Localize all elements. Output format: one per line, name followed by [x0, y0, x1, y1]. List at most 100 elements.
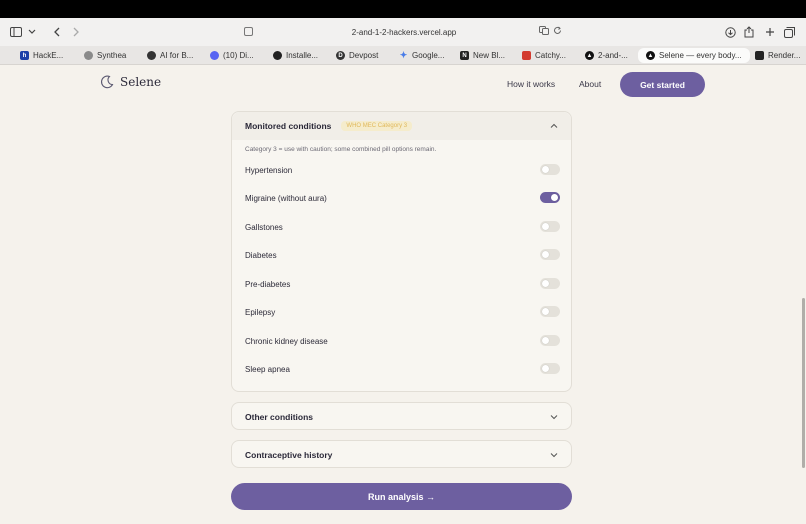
tab-devpost[interactable]: D Devpost: [336, 48, 378, 63]
pre-diabetes-toggle[interactable]: [540, 278, 560, 289]
brand-name: Selene: [120, 75, 162, 89]
forward-icon[interactable]: [71, 24, 81, 40]
chevron-down-icon[interactable]: [550, 451, 558, 459]
tab-overview-icon[interactable]: [783, 24, 795, 40]
synthea-icon: [84, 51, 93, 60]
translate-icon[interactable]: [539, 26, 549, 37]
openai-icon: [147, 51, 156, 60]
address-bar[interactable]: 2-and-1-2-hackers.vercel.app: [240, 22, 568, 42]
condition-row: Sleep apnea: [245, 362, 560, 376]
condition-row: Diabetes: [245, 248, 560, 262]
toggle-knob: [551, 194, 558, 201]
condition-row: Gallstones: [245, 220, 560, 234]
vercel-icon: ▲: [646, 51, 655, 60]
gallstones-toggle[interactable]: [540, 221, 560, 232]
monitored-conditions-header[interactable]: Monitored conditions WHO MEC Category 3: [232, 112, 571, 140]
category-note: Category 3 = use with caution; some comb…: [245, 146, 437, 153]
tab-label: Google...: [412, 51, 445, 60]
render-icon: [755, 51, 764, 60]
diabetes-toggle[interactable]: [540, 249, 560, 260]
tab-label: HackE...: [33, 51, 64, 60]
url-text: 2-and-1-2-hackers.vercel.app: [351, 27, 457, 37]
notion-icon: N: [460, 51, 469, 60]
tab-label: Synthea: [97, 51, 127, 60]
reload-icon[interactable]: [553, 26, 562, 37]
other-conditions-section[interactable]: Other conditions: [231, 402, 572, 430]
browser-toolbar: 2-and-1-2-hackers.vercel.app: [0, 18, 806, 46]
scrollbar-thumb[interactable]: [802, 298, 805, 468]
toggle-knob: [542, 280, 549, 287]
tab-github[interactable]: Installe...: [273, 48, 318, 63]
epilepsy-toggle[interactable]: [540, 306, 560, 317]
chronic-kidney-disease-toggle[interactable]: [540, 335, 560, 346]
condition-label: Diabetes: [245, 250, 277, 260]
condition-label: Epilepsy: [245, 307, 276, 317]
contraceptive-history-header[interactable]: Contraceptive history: [232, 441, 571, 469]
tab-label: 2-and-...: [598, 51, 628, 60]
new-tab-icon[interactable]: [764, 24, 776, 40]
other-conditions-header[interactable]: Other conditions: [232, 403, 571, 431]
tab-hackerearth[interactable]: h HackE...: [20, 48, 63, 63]
condition-label: Pre-diabetes: [245, 279, 291, 289]
tab-label: Render...: [768, 51, 801, 60]
contraceptive-history-section[interactable]: Contraceptive history: [231, 440, 572, 468]
run-analysis-button[interactable]: Run analysis →: [231, 483, 572, 510]
section-title: Monitored conditions: [245, 121, 332, 131]
chevron-down-icon[interactable]: [27, 24, 37, 40]
nav-about[interactable]: About: [579, 79, 601, 89]
discord-icon: [210, 51, 219, 60]
devpost-icon: D: [336, 51, 345, 60]
chevron-up-icon[interactable]: [550, 122, 558, 130]
get-started-button[interactable]: Get started: [620, 72, 705, 97]
condition-row: Hypertension: [245, 163, 560, 177]
hypertension-toggle[interactable]: [540, 164, 560, 175]
section-title: Other conditions: [245, 412, 313, 422]
tab-notion[interactable]: N New Bl...: [460, 48, 505, 63]
condition-label: Sleep apnea: [245, 364, 290, 374]
h-icon: h: [20, 51, 29, 60]
page-content: Selene How it works About Get started Mo…: [0, 65, 800, 524]
tab-label: Installe...: [286, 51, 319, 60]
toggle-knob: [542, 365, 549, 372]
catchy-icon: [522, 51, 531, 60]
condition-row: Pre-diabetes: [245, 277, 560, 291]
category-badge: WHO MEC Category 3: [341, 121, 413, 131]
tab-2-and[interactable]: ▲ 2-and-...: [585, 48, 628, 63]
tab-google[interactable]: ✦ Google...: [399, 48, 445, 63]
toggle-knob: [542, 166, 549, 173]
site-header: Selene How it works About Get started: [0, 65, 800, 105]
migraine-toggle[interactable]: [540, 192, 560, 203]
nav-how-it-works[interactable]: How it works: [507, 79, 555, 89]
tab-render[interactable]: Render...: [755, 48, 800, 63]
back-icon[interactable]: [51, 24, 61, 40]
share-icon[interactable]: [743, 24, 755, 40]
section-title: Contraceptive history: [245, 450, 333, 460]
condition-label: Migraine (without aura): [245, 193, 327, 203]
condition-row: Migraine (without aura): [245, 191, 560, 205]
toggle-knob: [542, 337, 549, 344]
tab-catchy[interactable]: Catchy...: [522, 48, 566, 63]
toggle-knob: [542, 308, 549, 315]
gemini-icon: ✦: [399, 50, 408, 60]
condition-label: Hypertension: [245, 165, 293, 175]
sidebar-toggle-icon[interactable]: [10, 24, 22, 40]
condition-label: Gallstones: [245, 222, 283, 232]
monitored-conditions-section: Monitored conditions WHO MEC Category 3 …: [231, 111, 572, 392]
moon-icon: [100, 75, 114, 89]
tab-synthea[interactable]: Synthea: [84, 48, 126, 63]
tab-label: Catchy...: [535, 51, 566, 60]
sleep-apnea-toggle[interactable]: [540, 363, 560, 374]
download-icon[interactable]: [724, 24, 736, 40]
toggle-knob: [542, 223, 549, 230]
condition-row: Epilepsy: [245, 305, 560, 319]
tab-label: AI for B...: [160, 51, 194, 60]
vercel-icon: ▲: [585, 51, 594, 60]
page-menu-icon[interactable]: [244, 27, 253, 36]
tab-selene-active[interactable]: ▲ Selene — every body...: [638, 48, 750, 63]
tab-ai-for-b[interactable]: AI for B...: [147, 48, 193, 63]
chevron-down-icon[interactable]: [550, 413, 558, 421]
brand-logo[interactable]: Selene: [100, 75, 161, 89]
tab-label: (10) Di...: [223, 51, 254, 60]
tab-discord[interactable]: (10) Di...: [210, 48, 254, 63]
github-icon: [273, 51, 282, 60]
